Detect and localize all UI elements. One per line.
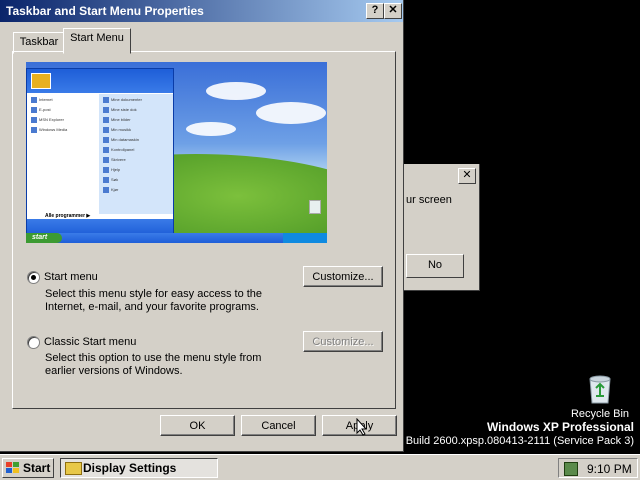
folder-icon	[65, 462, 82, 475]
start-menu-radio-label[interactable]: Start menu	[44, 271, 98, 283]
taskbar-start-menu-properties-dialog: Taskbar and Start Menu Properties ? ✕ Ta…	[0, 0, 404, 452]
start-menu-radio[interactable]	[27, 271, 40, 284]
start-label: Start	[23, 461, 51, 475]
preview-start-menu: Internet E-post MSN Explorer Windows Med…	[26, 68, 174, 236]
classic-start-menu-description: Select this option to use the menu style…	[45, 352, 262, 377]
recycle-bin-label: Recycle Bin	[570, 408, 630, 420]
close-button[interactable]: ✕	[384, 3, 402, 19]
taskbar: Start Display Settings 9:10 PM	[0, 454, 640, 480]
watermark-title: Windows XP Professional	[486, 420, 634, 434]
customize-classic-menu-button: Customize...	[303, 331, 383, 352]
background-dialog-close-button[interactable]: ✕	[458, 168, 476, 184]
start-menu-description: Select this menu style for easy access t…	[45, 288, 263, 313]
background-dialog: ✕ ur screen No	[404, 164, 480, 291]
recycle-bin[interactable]: Recycle Bin	[568, 374, 632, 420]
recycle-bin-icon	[587, 374, 613, 404]
preview-user-avatar	[31, 73, 51, 89]
title-bar[interactable]: Taskbar and Start Menu Properties ? ✕	[0, 0, 403, 22]
classic-start-menu-radio[interactable]	[27, 336, 40, 349]
mouse-cursor-icon	[356, 418, 368, 436]
preview-taskbar: start	[26, 233, 327, 243]
os-watermark: Windows XP Professional Build 2600.xpsp.…	[406, 420, 634, 448]
start-menu-preview: Internet E-post MSN Explorer Windows Med…	[26, 62, 327, 243]
dialog-title: Taskbar and Start Menu Properties	[6, 4, 204, 18]
no-button[interactable]: No	[406, 254, 464, 278]
start-button[interactable]: Start	[2, 458, 54, 478]
cancel-button[interactable]: Cancel	[241, 415, 316, 436]
taskbar-item-label: Display Settings	[83, 461, 177, 475]
clock[interactable]: 9:10 PM	[587, 462, 632, 476]
help-button[interactable]: ?	[366, 3, 384, 19]
background-dialog-text: ur screen	[406, 194, 452, 206]
system-tray: 9:10 PM	[558, 458, 638, 478]
classic-start-menu-radio-label[interactable]: Classic Start menu	[44, 336, 136, 348]
taskbar-item-display-settings[interactable]: Display Settings	[60, 458, 218, 478]
windows-flag-icon	[6, 462, 19, 473]
tab-start-menu[interactable]: Start Menu	[63, 28, 131, 54]
ok-button[interactable]: OK	[160, 415, 235, 436]
network-icon[interactable]	[564, 462, 578, 476]
preview-recycle-bin-icon	[309, 200, 321, 214]
watermark-build: Build 2600.xpsp.080413-2111 (Service Pac…	[405, 435, 634, 447]
customize-start-menu-button[interactable]: Customize...	[303, 266, 383, 287]
